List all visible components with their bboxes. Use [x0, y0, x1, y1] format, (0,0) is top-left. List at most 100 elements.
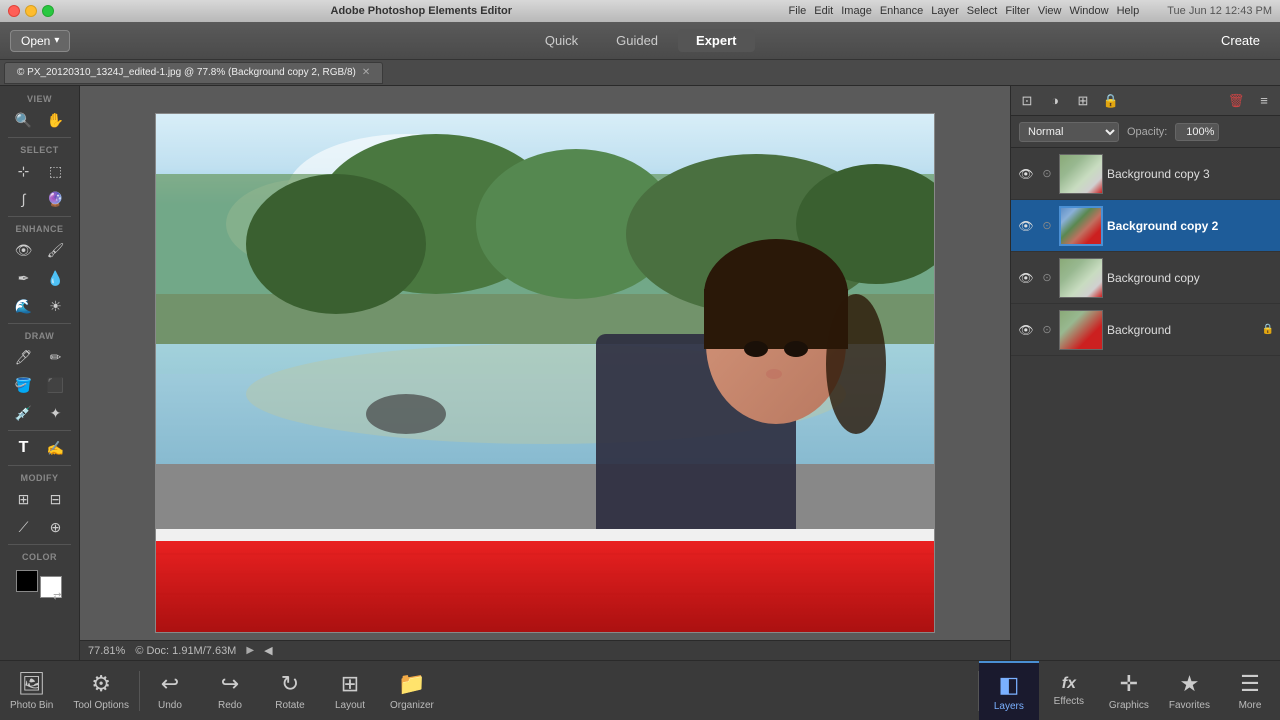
foreground-color-swatch[interactable] — [16, 570, 38, 592]
layers-panel: ⊡ ◑ ⊞ 🔒 🗑 ≡ Normal Multiply Screen Overl… — [1010, 86, 1280, 660]
blur-tool[interactable]: 💧 — [41, 265, 71, 291]
red-eye-tool[interactable]: 👁 — [9, 237, 39, 263]
menu-item-filter[interactable]: Filter — [1005, 5, 1029, 17]
bottom-item-photo-bin[interactable]: 🖼 Photo Bin — [0, 661, 63, 720]
bottom-item-undo[interactable]: ↩ Undo — [140, 661, 200, 720]
bottom-item-effects[interactable]: fx Effects — [1039, 661, 1099, 720]
bottom-item-graphics[interactable]: ✛ Graphics — [1099, 661, 1159, 720]
minimize-button[interactable] — [25, 5, 37, 17]
bottom-item-layers[interactable]: ◧ Layers — [979, 661, 1039, 720]
menu-item-layer[interactable]: Layer — [931, 5, 959, 17]
layer-visibility-toggle[interactable]: 👁 — [1017, 217, 1035, 235]
create-button[interactable]: Create — [1211, 29, 1270, 52]
clone-tool[interactable]: ✒ — [9, 265, 39, 291]
bottom-item-redo[interactable]: ↪ Redo — [200, 661, 260, 720]
layers-more-options[interactable]: ≡ — [1252, 90, 1276, 112]
menu-item-image[interactable]: Image — [841, 5, 872, 17]
window-controls[interactable] — [8, 5, 54, 17]
view-tools: 🔍 ✋ — [0, 106, 79, 134]
canvas-image[interactable] — [155, 113, 935, 633]
bottom-item-organizer[interactable]: 📁 Organizer — [380, 661, 444, 720]
layers-list: 👁 ⊙ Background copy 3 👁 ⊙ Background cop… — [1011, 148, 1280, 660]
modify-tools-1: ⊞ ⊟ — [0, 485, 79, 513]
redo-icon: ↪ — [221, 671, 239, 697]
bottom-item-rotate[interactable]: ↻ Rotate — [260, 661, 320, 720]
new-layer-from-selection[interactable]: ⊡ — [1015, 90, 1039, 112]
opacity-label: Opacity: — [1127, 126, 1167, 138]
type-tool[interactable]: T — [9, 435, 39, 461]
marquee-tool[interactable]: ⬚ — [41, 158, 71, 184]
status-arrow: ▶ — [246, 645, 254, 656]
quick-sel-tool[interactable]: 🔮 — [41, 186, 71, 212]
dodge-tool[interactable]: ☀ — [41, 293, 71, 319]
title-bar: Adobe Photoshop Elements Editor File Edi… — [0, 0, 1280, 22]
zoom-level: 77.81% — [88, 645, 125, 657]
layer-visibility-toggle[interactable]: 👁 — [1017, 165, 1035, 183]
shape-tool[interactable]: ⬛ — [41, 372, 71, 398]
smart-brush-tool[interactable]: ✦ — [41, 400, 71, 426]
divider-2 — [8, 216, 71, 217]
layer-item[interactable]: 👁 ⊙ Background copy 2 — [1011, 200, 1280, 252]
menu-item-help[interactable]: Help — [1117, 5, 1140, 17]
recompose-tool[interactable]: ⊟ — [41, 486, 71, 512]
mode-expert[interactable]: Expert — [678, 29, 754, 52]
create-new-layer[interactable]: ⊞ — [1071, 90, 1095, 112]
open-button[interactable]: Open — [10, 30, 70, 52]
layers-icon: ◧ — [998, 672, 1019, 698]
zoom-button[interactable] — [42, 5, 54, 17]
straighten-tool[interactable]: ⟋ — [9, 514, 39, 540]
delete-layer[interactable]: 🗑 — [1224, 90, 1248, 112]
menu-item-edit[interactable]: Edit — [814, 5, 833, 17]
crop-tool[interactable]: ⊞ — [9, 486, 39, 512]
layer-lock-btn[interactable]: ⊙ — [1039, 218, 1055, 234]
swap-colors-icon[interactable]: ⇄ — [53, 591, 61, 602]
eraser-tool[interactable]: ✏ — [41, 344, 71, 370]
move-tool[interactable]: ⊹ — [9, 158, 39, 184]
type-mask-tool[interactable]: ✍ — [41, 435, 71, 461]
bottom-item-more[interactable]: ☰ More — [1220, 661, 1280, 720]
heal-tool[interactable]: 🖌 — [41, 237, 71, 263]
zoom-tool[interactable]: 🔍 — [9, 107, 39, 133]
brush-tool[interactable]: 🖊 — [9, 344, 39, 370]
mode-guided[interactable]: Guided — [598, 29, 676, 52]
layer-item[interactable]: 👁 ⊙ Background copy 3 — [1011, 148, 1280, 200]
layer-visibility-toggle[interactable]: 👁 — [1017, 269, 1035, 287]
layer-visibility-toggle[interactable]: 👁 — [1017, 321, 1035, 339]
divider-6 — [8, 544, 71, 545]
tab-close-icon[interactable]: ✕ — [362, 67, 370, 78]
menu-item-enhance[interactable]: Enhance — [880, 5, 923, 17]
color-swatches[interactable]: ⇄ — [0, 564, 79, 606]
menu-item-select[interactable]: Select — [967, 5, 998, 17]
document-tab[interactable]: © PX_20120310_1324J_edited-1.jpg @ 77.8%… — [4, 62, 383, 84]
create-adjustment-layer[interactable]: ◑ — [1043, 90, 1067, 112]
type-tools: T ✍ — [0, 434, 79, 462]
bottom-item-layout[interactable]: ⊞ Layout — [320, 661, 380, 720]
menu-item-file[interactable]: File — [789, 5, 807, 17]
layer-item[interactable]: 👁 ⊙ Background 🔒 — [1011, 304, 1280, 356]
bottom-item-favorites[interactable]: ★ Favorites — [1159, 661, 1220, 720]
enhance-tools-1: 👁 🖌 — [0, 236, 79, 264]
layer-item[interactable]: 👁 ⊙ Background copy — [1011, 252, 1280, 304]
enhance-section-label: ENHANCE — [0, 220, 79, 236]
app-toolbar: Open Quick Guided Expert Create — [0, 22, 1280, 60]
content-aware-tool[interactable]: ⊕ — [41, 514, 71, 540]
layer-thumbnail — [1059, 206, 1103, 246]
sponge-tool[interactable]: 🌊 — [9, 293, 39, 319]
select-section-label: SELECT — [0, 141, 79, 157]
bottom-item-tool-options[interactable]: ⚙ Tool Options — [63, 661, 139, 720]
hand-tool[interactable]: ✋ — [41, 107, 71, 133]
eyedropper-tool[interactable]: 💉 — [9, 400, 39, 426]
layer-lock-btn[interactable]: ⊙ — [1039, 166, 1055, 182]
opacity-input[interactable] — [1175, 123, 1219, 141]
blend-mode-select[interactable]: Normal Multiply Screen Overlay — [1019, 122, 1119, 142]
menu-item-view[interactable]: View — [1038, 5, 1062, 17]
menu-item-window[interactable]: Window — [1069, 5, 1108, 17]
mode-quick[interactable]: Quick — [527, 29, 596, 52]
layer-lock-btn[interactable]: ⊙ — [1039, 270, 1055, 286]
layer-lock-btn[interactable]: ⊙ — [1039, 322, 1055, 338]
create-layer-group[interactable]: 🔒 — [1099, 90, 1123, 112]
blend-opacity-bar: Normal Multiply Screen Overlay Opacity: — [1011, 116, 1280, 148]
paint-bucket-tool[interactable]: 🪣 — [9, 372, 39, 398]
close-button[interactable] — [8, 5, 20, 17]
lasso-tool[interactable]: ∫ — [9, 186, 39, 212]
